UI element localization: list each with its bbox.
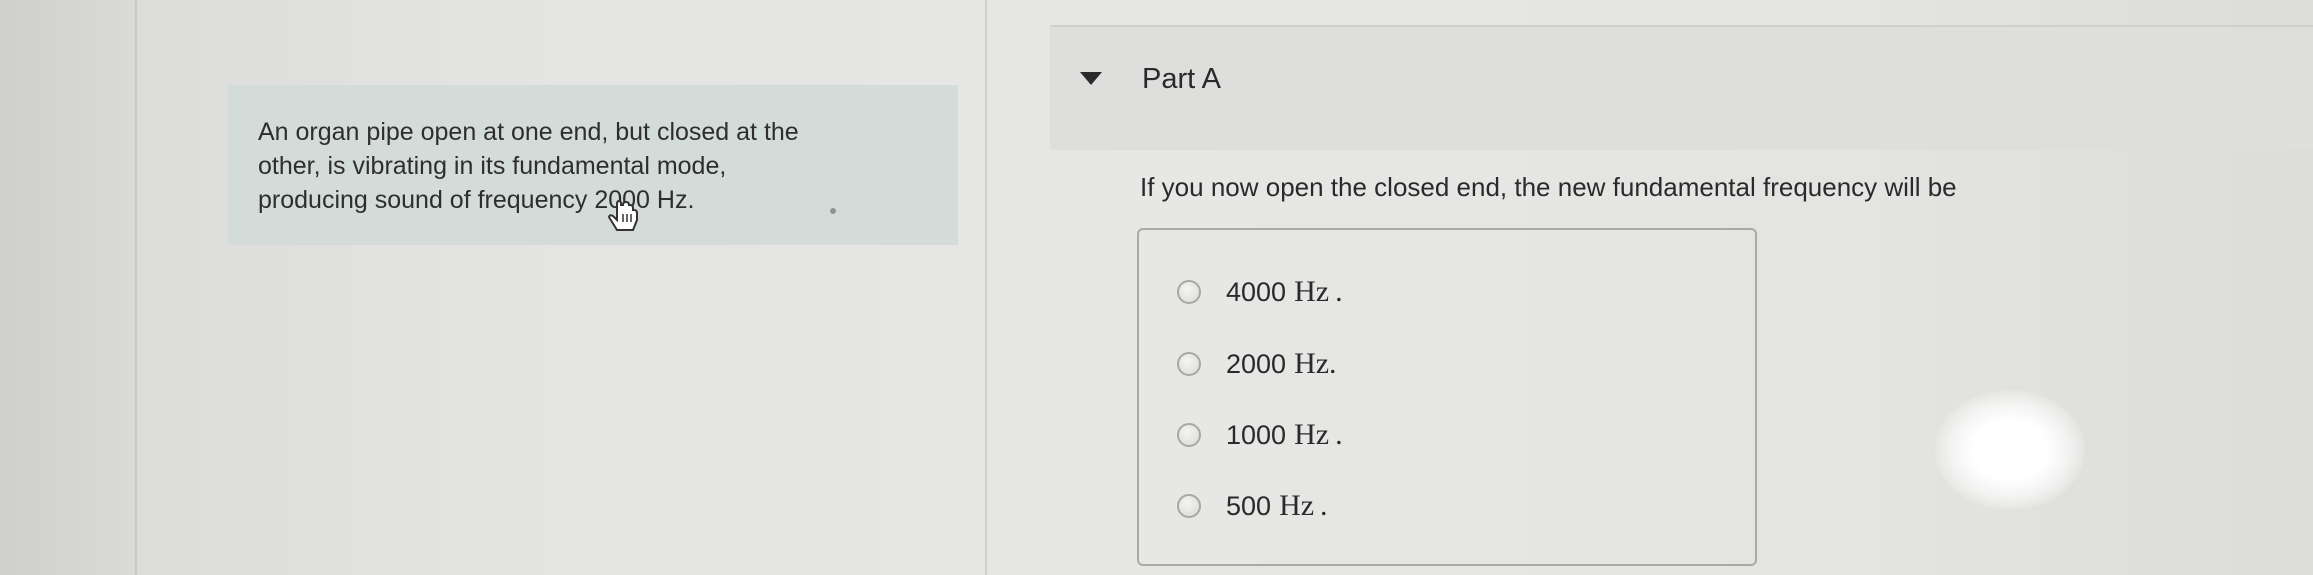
choice-period: . xyxy=(1335,275,1343,308)
choice-value: 500 xyxy=(1226,491,1272,521)
choice-2000[interactable]: 2000 Hz. xyxy=(1177,344,1343,384)
choice-label: 2000 Hz. xyxy=(1226,347,1343,381)
part-a-header[interactable]: Part A xyxy=(1050,25,2313,150)
radio-button[interactable] xyxy=(1177,423,1201,447)
choice-unit: Hz xyxy=(1294,275,1330,308)
choice-label: 4000 Hz . xyxy=(1226,275,1343,309)
part-title: Part A xyxy=(1142,63,1221,95)
screen-glare xyxy=(1935,390,2085,510)
choice-unit: Hz xyxy=(1294,418,1330,451)
choice-label: 500 Hz . xyxy=(1226,489,1328,523)
radio-button[interactable] xyxy=(1177,352,1201,376)
choice-500[interactable]: 500 Hz . xyxy=(1177,486,1328,526)
problem-statement-box: An organ pipe open at one end, but close… xyxy=(228,85,958,245)
choice-unit: Hz xyxy=(1279,489,1315,522)
problem-dot xyxy=(830,208,836,214)
question-text: If you now open the closed end, the new … xyxy=(1140,172,1957,202)
choice-value: 2000 xyxy=(1226,349,1287,379)
choice-label: 1000 Hz . xyxy=(1226,418,1343,452)
choice-period: . xyxy=(1335,418,1343,451)
choice-4000[interactable]: 4000 Hz . xyxy=(1177,272,1343,312)
choice-unit: Hz. xyxy=(1294,347,1337,380)
hand-pointer-icon xyxy=(607,200,638,231)
radio-button[interactable] xyxy=(1177,494,1201,518)
choice-period: . xyxy=(1320,489,1328,522)
radio-button[interactable] xyxy=(1177,280,1201,304)
choice-1000[interactable]: 1000 Hz . xyxy=(1177,415,1343,455)
problem-statement-text: An organ pipe open at one end, but close… xyxy=(258,118,799,214)
choice-value: 1000 xyxy=(1226,420,1287,450)
chevron-down-icon[interactable] xyxy=(1080,72,1102,85)
choice-value: 4000 xyxy=(1226,277,1287,307)
column-divider xyxy=(985,0,987,575)
answer-choices: 4000 Hz . 2000 Hz. 1000 Hz . 500 Hz . xyxy=(1137,228,1757,566)
left-margin-panel xyxy=(0,0,137,575)
